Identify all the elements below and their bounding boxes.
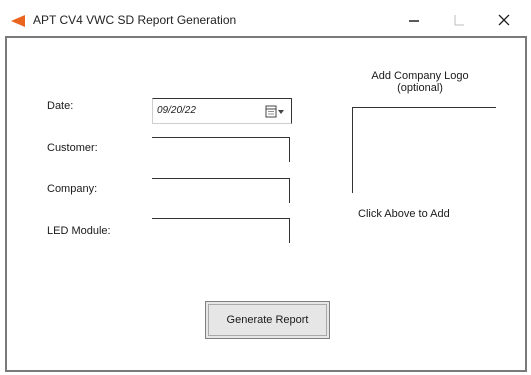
logo-title-line2: (optional) bbox=[397, 82, 443, 94]
date-label: Date: bbox=[47, 100, 74, 112]
minimize-button[interactable] bbox=[395, 8, 435, 32]
generate-report-label: Generate Report bbox=[208, 304, 327, 336]
date-value: 09/20/22 bbox=[157, 105, 196, 116]
logo-title-line1: Add Company Logo bbox=[371, 70, 469, 82]
led-module-label: LED Module: bbox=[47, 225, 111, 237]
close-button[interactable] bbox=[485, 8, 525, 32]
logo-title: Add Company Logo (optional) bbox=[345, 70, 495, 94]
led-module-input[interactable] bbox=[152, 219, 289, 243]
customer-field[interactable] bbox=[152, 137, 290, 162]
logo-drop-area[interactable] bbox=[352, 107, 496, 193]
calendar-dropdown-icon[interactable] bbox=[265, 105, 285, 119]
window-title: APT CV4 VWC SD Report Generation bbox=[33, 13, 237, 27]
date-picker[interactable]: 09/20/22 bbox=[152, 98, 292, 124]
company-field[interactable] bbox=[152, 178, 290, 203]
minimize-icon bbox=[409, 20, 419, 22]
title-bar[interactable]: APT CV4 VWC SD Report Generation bbox=[0, 0, 531, 36]
customer-input[interactable] bbox=[152, 138, 289, 162]
customer-label: Customer: bbox=[47, 142, 98, 154]
close-icon bbox=[498, 14, 510, 26]
company-input[interactable] bbox=[152, 179, 289, 203]
maximize-button[interactable] bbox=[440, 8, 480, 32]
logo-hint: Click Above to Add bbox=[358, 208, 450, 220]
led-module-field[interactable] bbox=[152, 218, 290, 243]
maximize-icon bbox=[454, 15, 464, 26]
generate-report-button[interactable]: Generate Report bbox=[205, 301, 330, 339]
company-label: Company: bbox=[47, 183, 98, 195]
app-arrow-icon bbox=[11, 15, 25, 27]
